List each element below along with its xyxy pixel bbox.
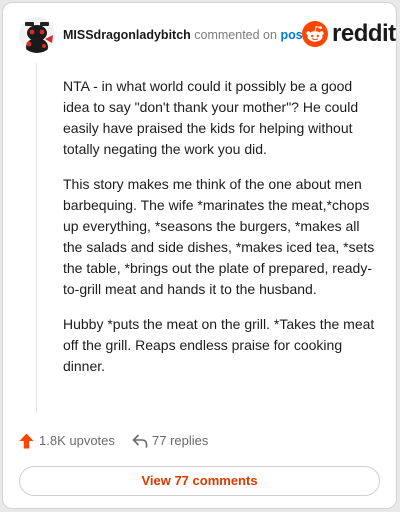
reddit-logo[interactable]: reddit	[302, 19, 396, 49]
upvote-count: 1.8K upvotes	[39, 433, 115, 448]
upvote-arrow-icon	[19, 433, 34, 449]
username-link[interactable]: MISSdragonladybitch	[63, 28, 191, 42]
view-comments-button[interactable]: View 77 comments	[19, 466, 380, 496]
snoo-avatar-icon[interactable]	[19, 17, 55, 53]
upvote-button[interactable]: 1.8K upvotes	[19, 431, 119, 451]
comment-byline: MISSdragonladybitch commented on post	[63, 28, 307, 42]
comment-body: NTA - in what world could it possibly be…	[63, 76, 381, 391]
thread-line[interactable]	[36, 63, 37, 413]
reply-button[interactable]: 77 replies	[132, 431, 232, 451]
reply-count: 77 replies	[152, 433, 209, 448]
comment-paragraph: This story makes me think of the one abo…	[63, 176, 375, 297]
comment-card: MISSdragonladybitch commented on post re…	[2, 2, 397, 509]
comment-paragraph: NTA - in what world could it possibly be…	[63, 78, 359, 157]
reddit-logo-icon	[302, 21, 328, 47]
comment-actions: 1.8K upvotes 77 replies	[19, 431, 380, 451]
comment-header: MISSdragonladybitch commented on post re…	[19, 17, 396, 55]
comment-paragraph: Hubby *puts the meat on the grill. *Take…	[63, 316, 375, 374]
reply-arrow-icon	[132, 434, 148, 448]
commented-on-text: commented on	[190, 28, 281, 42]
reddit-wordmark: reddit	[332, 20, 396, 47]
